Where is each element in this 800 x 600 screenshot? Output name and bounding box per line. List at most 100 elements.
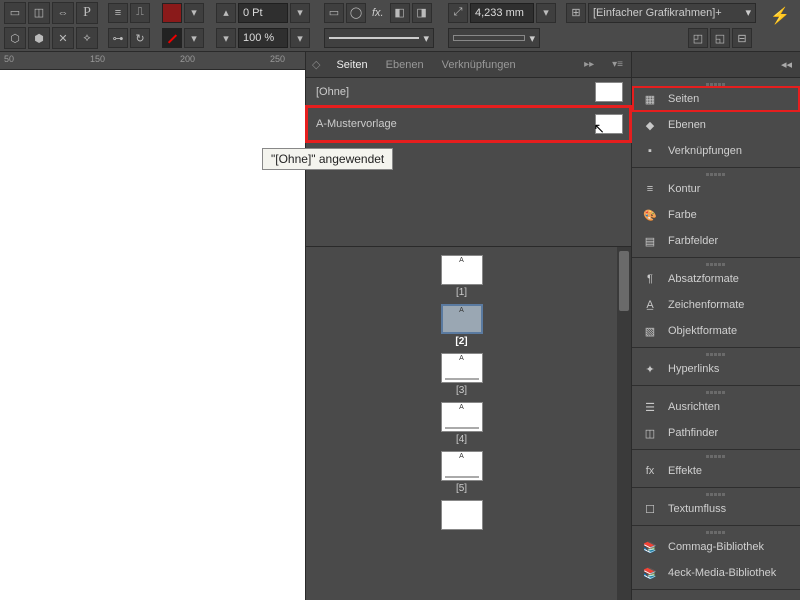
panel-item-label: Absatzformate bbox=[668, 273, 739, 285]
page-thumb[interactable]: A bbox=[441, 451, 483, 481]
textumfluss-icon: ☐ bbox=[642, 501, 658, 517]
rect-frame-icon[interactable]: ▭ bbox=[324, 3, 344, 23]
blend-icon[interactable]: ◨ bbox=[412, 3, 432, 23]
fx-label[interactable]: fx. bbox=[368, 7, 388, 19]
absatzformate-icon: ¶ bbox=[642, 271, 658, 287]
transform-dd-icon[interactable]: ▾ bbox=[536, 3, 556, 23]
panel-item-label: Textumfluss bbox=[668, 503, 726, 515]
anchor-icon[interactable]: ⎍ bbox=[130, 3, 150, 23]
scrollbar[interactable] bbox=[617, 247, 631, 600]
panel-item-absatzformate[interactable]: ¶ Absatzformate bbox=[632, 266, 800, 292]
page-item[interactable]: A[4] bbox=[441, 402, 483, 449]
panel-item-textumfluss[interactable]: ☐ Textumfluss bbox=[632, 496, 800, 522]
panel-item-farbfelder[interactable]: ▤Farbfelder bbox=[632, 228, 800, 254]
page-item[interactable] bbox=[441, 500, 483, 536]
panel-item-pathfinder[interactable]: ◫ Pathfinder bbox=[632, 420, 800, 446]
panel-item-effekte[interactable]: fxEffekte bbox=[632, 458, 800, 484]
opacity-dd-icon[interactable]: ▾ bbox=[290, 28, 310, 48]
commag-bibliothek-icon: 📚 bbox=[642, 539, 658, 555]
misc-b-icon[interactable]: ◱ bbox=[710, 28, 730, 48]
panel-item-farbe[interactable]: 🎨Farbe bbox=[632, 202, 800, 228]
tool-gap-icon[interactable]: ⇔ bbox=[52, 2, 74, 24]
page-thumb[interactable]: A bbox=[441, 353, 483, 383]
fit-frame-icon[interactable]: ⤢ bbox=[448, 3, 468, 23]
tab-ebenen[interactable]: Ebenen bbox=[384, 55, 426, 75]
tooltip: "[Ohne]" angewendet bbox=[262, 148, 393, 170]
tool-direct-icon[interactable]: ◫ bbox=[28, 2, 50, 24]
panel-item-ausrichten[interactable]: ☰Ausrichten bbox=[632, 394, 800, 420]
tool-b-icon[interactable]: ⬢ bbox=[28, 27, 50, 49]
master-a-row[interactable]: A-Mustervorlage ↖ bbox=[306, 106, 631, 142]
stroke-weight-dd-icon[interactable]: ▾ bbox=[290, 3, 310, 23]
document-canvas[interactable] bbox=[0, 70, 305, 600]
panel-item-4eck-media-bibliothek[interactable]: 📚4eck-Media-Bibliothek bbox=[632, 560, 800, 586]
right-panel-dock: ◂◂ ▦Seiten◆Ebenen▪Verknüpfungen ≡Kontur🎨F… bbox=[632, 52, 800, 600]
transform-w-input[interactable] bbox=[470, 3, 534, 23]
master-none-row[interactable]: [Ohne] bbox=[306, 78, 631, 106]
stepper-up-icon[interactable]: ▴ bbox=[216, 3, 236, 23]
panel-item-label: Seiten bbox=[668, 93, 699, 105]
ausrichten-icon: ☰ bbox=[642, 399, 658, 415]
farbe-icon: 🎨 bbox=[642, 207, 658, 223]
page-item[interactable]: A[1] bbox=[441, 255, 483, 302]
ellipse-frame-icon[interactable]: ◯ bbox=[346, 3, 366, 23]
tool-c-icon[interactable]: ✕ bbox=[52, 27, 74, 49]
panel-item-label: Commag-Bibliothek bbox=[668, 541, 764, 553]
panel-item-commag-bibliothek[interactable]: 📚 Commag-Bibliothek bbox=[632, 534, 800, 560]
panel-item-seiten[interactable]: ▦Seiten bbox=[632, 86, 800, 112]
align-icon[interactable]: ≡ bbox=[108, 3, 128, 23]
panel-item-ebenen[interactable]: ◆Ebenen bbox=[632, 112, 800, 138]
stroke-arrow-icon[interactable]: ▾ bbox=[184, 28, 204, 48]
panel-item-zeichenformate[interactable]: A̲Zeichenformate bbox=[632, 292, 800, 318]
horizontal-ruler: 50 150 200 250 bbox=[0, 52, 305, 70]
stroke-weight-input[interactable] bbox=[238, 3, 288, 23]
stroke-style-dropdown[interactable]: ▾ bbox=[324, 28, 434, 48]
panel-item-kontur[interactable]: ≡Kontur bbox=[632, 176, 800, 202]
panel-item-hyperlinks[interactable]: ✦Hyperlinks bbox=[632, 356, 800, 382]
collapse-icon[interactable]: ▸▸ bbox=[582, 57, 596, 72]
panel-tabs: ◇ Seiten Ebenen Verknüpfungen ▸▸ ▾≡ bbox=[306, 52, 631, 78]
sync-icon[interactable]: ↻ bbox=[130, 28, 150, 48]
page-thumb[interactable]: A bbox=[441, 402, 483, 432]
tool-d-icon[interactable]: ⟡ bbox=[76, 27, 98, 49]
stroke-swatch[interactable] bbox=[162, 28, 182, 48]
fill-swatch[interactable] bbox=[162, 3, 182, 23]
tab-seiten[interactable]: Seiten bbox=[334, 55, 369, 75]
misc-a-icon[interactable]: ◰ bbox=[688, 28, 708, 48]
opacity-input[interactable] bbox=[238, 28, 288, 48]
tool-a-icon[interactable]: ⬡ bbox=[4, 27, 26, 49]
kontur-icon: ≡ bbox=[642, 181, 658, 197]
tool-placeholder-icon[interactable]: P bbox=[76, 2, 98, 24]
misc-c-icon[interactable]: ⊟ bbox=[732, 28, 752, 48]
master-none-thumb[interactable] bbox=[595, 82, 623, 102]
panel-item-objektformate[interactable]: ▧Objektformate bbox=[632, 318, 800, 344]
pathfinder-icon: ◫ bbox=[642, 425, 658, 441]
second-dropdown[interactable]: ▾ bbox=[448, 28, 540, 48]
shadow-icon[interactable]: ◧ bbox=[390, 3, 410, 23]
top-toolbar: ▭ ◫ ⇔ P ⬡ ⬢ ✕ ⟡ ≡ ⎍ ⊶ ↻ ▾ ▾ bbox=[0, 0, 800, 52]
dock-flyout[interactable]: ◂◂ bbox=[632, 52, 800, 78]
object-style-dropdown[interactable]: [Einfacher Grafikrahmen]+ ▾ bbox=[588, 3, 756, 23]
ebenen-icon: ◆ bbox=[642, 117, 658, 133]
page-item[interactable]: A[3] bbox=[441, 353, 483, 400]
link-icon[interactable]: ⊶ bbox=[108, 28, 128, 48]
page-thumb[interactable] bbox=[441, 500, 483, 530]
tab-verknupfungen[interactable]: Verknüpfungen bbox=[440, 55, 518, 75]
page-item[interactable]: A[5] bbox=[441, 451, 483, 498]
panel-menu-icon[interactable]: ▾≡ bbox=[610, 57, 625, 72]
page-thumb[interactable]: A bbox=[441, 304, 483, 334]
stepper-down-icon[interactable]: ▾ bbox=[216, 28, 236, 48]
panel-group: ☰Ausrichten ◫ Pathfinder bbox=[632, 386, 800, 450]
page-item[interactable]: A [2] bbox=[441, 304, 483, 351]
page-thumb[interactable]: A bbox=[441, 255, 483, 285]
panel-item-verkn-pfungen[interactable]: ▪Verknüpfungen bbox=[632, 138, 800, 164]
tool-select-icon[interactable]: ▭ bbox=[4, 2, 26, 24]
lightning-icon[interactable]: ⚡ bbox=[770, 6, 790, 26]
panel-item-label: Pathfinder bbox=[668, 427, 718, 439]
page-label: [2] bbox=[455, 336, 467, 347]
text-wrap-icon[interactable]: ⊞ bbox=[566, 3, 586, 23]
pages-panel: ◇ Seiten Ebenen Verknüpfungen ▸▸ ▾≡ [Ohn… bbox=[305, 52, 632, 600]
master-a-label: A-Mustervorlage bbox=[316, 118, 397, 130]
master-a-thumb[interactable] bbox=[595, 114, 623, 134]
fill-arrow-icon[interactable]: ▾ bbox=[184, 3, 204, 23]
